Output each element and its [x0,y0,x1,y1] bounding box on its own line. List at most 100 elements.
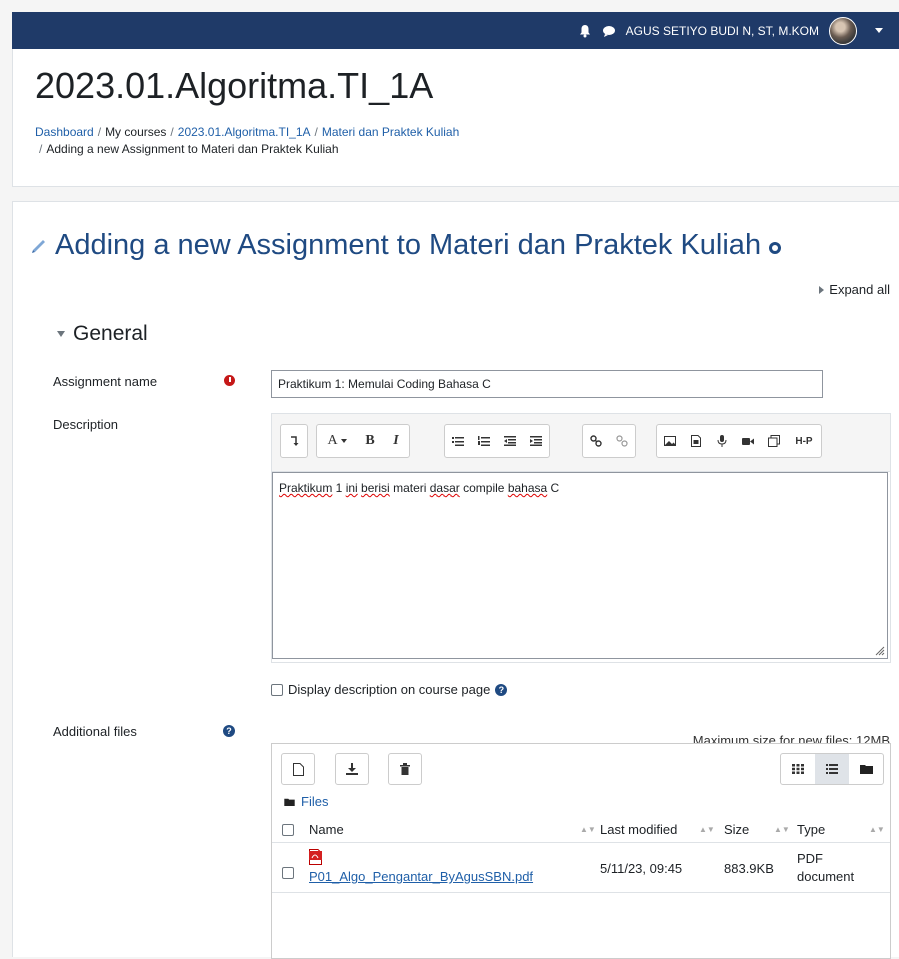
media-button[interactable] [683,425,709,457]
section-general-label: General [73,322,148,345]
link-button[interactable] [583,425,609,457]
paragraph-style-button[interactable]: A [317,425,357,457]
additional-files-label: Additional files [53,724,137,739]
folder-icon [284,798,295,806]
expand-triangle-icon [819,286,825,294]
navbar: AGUS SETIYO BUDI N, ST, M.KOM [12,12,899,49]
section-general-toggle[interactable]: General [57,322,148,346]
column-last-modified[interactable]: Last modified [600,822,677,837]
description-word: ini [345,481,358,495]
delete-button[interactable] [388,753,422,785]
display-description-label[interactable]: Display description on course page [288,682,490,697]
help-icon[interactable]: ? [223,725,235,737]
breadcrumb-separator: / [170,125,174,139]
sort-icon: ▲▼ [869,825,885,834]
files-breadcrumb[interactable]: Files [284,794,328,809]
user-name[interactable]: AGUS SETIYO BUDI N, ST, M.KOM [626,24,819,38]
column-type[interactable]: Type [797,822,825,837]
file-table-header: Name ▲▼ Last modified ▲▼ Size ▲▼ Type ▲▼ [272,816,890,843]
indent-button[interactable] [523,425,549,457]
h5p-button[interactable]: H-P [787,425,821,457]
breadcrumb-section[interactable]: Materi dan Praktek Kuliah [322,125,459,139]
help-icon[interactable] [769,241,782,254]
outdent-button[interactable] [497,425,523,457]
view-icons-button[interactable] [781,754,815,784]
page-heading: Adding a new Assignment to Materi dan Pr… [31,229,782,262]
breadcrumb-separator: / [97,125,102,139]
breadcrumb-current: Adding a new Assignment to Materi dan Pr… [46,142,339,156]
list-icon [826,764,838,774]
folder-icon [859,765,873,774]
description-word: compile [459,481,508,495]
collapse-toolbar-button[interactable] [281,425,307,457]
column-size[interactable]: Size [724,822,749,837]
sort-icon: ▲▼ [774,825,790,834]
column-name[interactable]: Name [309,822,344,837]
file-manager: Files Name ▲▼ Last modified ▲▼ Size ▲▼ T… [271,743,891,959]
media-file-icon [691,435,701,447]
toolbar-group-4 [582,424,636,458]
bullet-list-icon [452,437,464,446]
description-textarea[interactable]: Praktikum 1 ini berisi materi dasar comp… [272,472,888,659]
download-icon [346,763,358,775]
description-word: 1 [332,481,346,495]
view-tree-button[interactable] [849,754,883,784]
chevron-down-icon [57,331,65,337]
manage-files-button[interactable] [761,425,787,457]
breadcrumb-dashboard[interactable]: Dashboard [35,125,94,139]
assignment-icon [32,239,45,253]
new-file-icon [292,762,304,776]
italic-button[interactable]: I [383,425,409,457]
record-audio-button[interactable] [709,425,735,457]
numbered-list-icon [478,436,490,446]
bold-button[interactable]: B [357,425,383,457]
file-name-link[interactable]: P01_Algo_Pengantar_ByAgusSBN.pdf [309,869,533,884]
pdf-file-icon [309,849,322,865]
display-description-checkbox[interactable] [271,683,283,696]
chat-icon[interactable] [602,24,616,38]
description-word: dasar [429,481,460,495]
toolbar-group-2: A B I [316,424,410,458]
microphone-icon [717,434,727,447]
bell-icon[interactable] [578,24,592,38]
file-select-checkbox[interactable] [282,867,294,879]
breadcrumb-my-courses[interactable]: My courses [105,125,166,139]
required-icon [224,375,235,386]
grid-icon [792,764,804,774]
dropdown-caret-icon [340,439,347,443]
font-style-label: A [327,433,338,448]
toggle-icon [291,436,299,446]
view-list-button[interactable] [815,754,849,784]
toolbar-group-1 [280,424,308,458]
breadcrumb-course[interactable]: 2023.01.Algoritma.TI_1A [178,125,311,139]
sort-icon: ▲▼ [699,825,715,834]
outdent-icon [504,436,516,446]
course-header: 2023.01.Algoritma.TI_1A Dashboard / My cou… [12,49,899,187]
description-label: Description [53,417,119,432]
resize-handle-icon[interactable] [873,644,885,656]
editor-toolbar: A B I H-P [272,414,890,472]
image-button[interactable] [657,425,683,457]
display-description-row: Display description on course page ? [271,682,508,697]
description-word: berisi [361,481,390,495]
unordered-list-button[interactable] [445,425,471,457]
select-all-checkbox[interactable] [282,824,294,836]
breadcrumb-separator: / [39,142,43,156]
toolbar-group-3 [444,424,550,458]
unlink-button[interactable] [609,425,635,457]
ordered-list-button[interactable] [471,425,497,457]
toolbar-group-5: H-P [656,424,822,458]
add-file-button[interactable] [281,753,315,785]
main-content: Adding a new Assignment to Materi dan Pr… [12,201,899,959]
help-icon[interactable]: ? [495,683,508,696]
files-crumb-label: Files [301,794,329,809]
view-switcher [780,753,884,785]
avatar[interactable] [829,16,857,45]
expand-all-link[interactable]: Expand all [819,282,890,297]
record-video-button[interactable] [735,425,761,457]
download-all-button[interactable] [335,753,369,785]
user-menu-chevron-down-icon[interactable] [875,28,883,33]
file-type-line2: document [797,869,855,884]
assignment-name-input[interactable] [271,370,823,398]
table-row[interactable]: P01_Algo_Pengantar_ByAgusSBN.pdf 5/11/23… [272,844,890,893]
